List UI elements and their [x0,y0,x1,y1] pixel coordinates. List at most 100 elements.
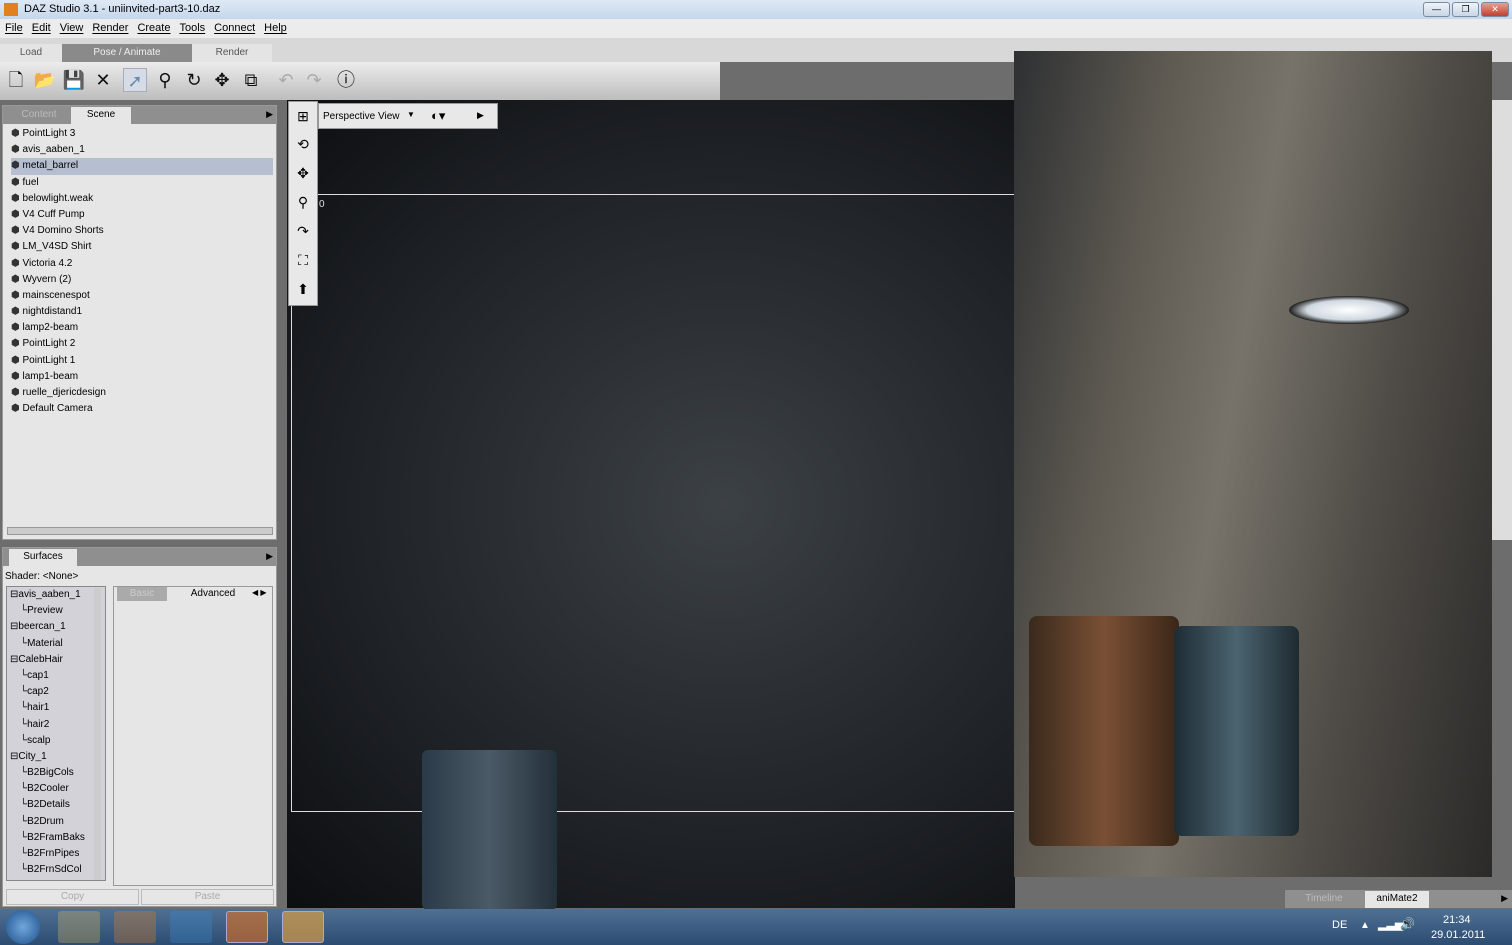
surface-item[interactable]: └B2BigCols [10,765,105,781]
daz-taskbar-icon[interactable] [282,911,324,943]
tab-scroll-arrows-icon[interactable]: ◀ ▶ [252,588,267,597]
panel-menu-arrow-icon[interactable]: ▶ [1501,893,1508,904]
viewport-menu-arrow-icon[interactable]: ▶ [477,110,484,121]
surface-item[interactable]: └Material [10,636,105,652]
view-select[interactable]: Perspective View [323,111,400,122]
surface-item[interactable]: └cap2 [10,684,105,700]
tab-render[interactable]: Render [192,44,272,62]
panel-menu-arrow-icon[interactable]: ▶ [266,109,273,120]
tab-scene[interactable]: Scene [71,107,131,124]
scene-item[interactable]: ⬢ avis_aaben_1 [11,142,273,158]
minimize-button[interactable]: — [1423,2,1450,17]
surface-item[interactable]: └B2FramBaks [10,830,105,846]
bone-tool-icon[interactable]: ⚲ [153,68,177,92]
pan-icon[interactable]: ✥ [289,159,317,188]
scene-item[interactable]: ⬢ lamp2-beam [11,320,273,336]
roll-icon[interactable]: ↷ [289,217,317,246]
tab-surfaces[interactable]: Surfaces [9,549,77,566]
close-button[interactable]: ✕ [1481,2,1509,17]
surface-item[interactable]: └B2FrnSdCol [10,862,105,878]
redo-icon[interactable]: ↷ [302,68,326,92]
chevron-down-icon[interactable]: ▼ [407,110,415,119]
surface-item[interactable]: └B2FrnPipes [10,846,105,862]
scene-item[interactable]: ⬢ belowlight.weak [11,191,273,207]
menu-file[interactable]: File [5,22,23,34]
delete-icon[interactable]: ✕ [91,68,115,92]
frame-icon[interactable]: ⊞ [289,102,317,130]
help-icon[interactable]: ⓘ [334,68,358,92]
tray-arrow-icon[interactable]: ▲ [1360,920,1370,931]
language-indicator[interactable]: DE [1332,919,1347,931]
surface-item[interactable]: ⊟beercan_1 [10,619,105,635]
scene-item[interactable]: ⬢ Wyvern (2) [11,272,273,288]
tab-timeline[interactable]: Timeline [1289,892,1359,906]
zoom-icon[interactable]: ⚲ [289,188,317,217]
menu-edit[interactable]: Edit [32,22,51,34]
surface-tree[interactable]: ⊟avis_aaben_1 └Preview ⊟beercan_1 └Material… [6,586,106,881]
fit-icon[interactable]: ⛶ [289,246,317,275]
scene-item[interactable]: ⬢ PointLight 2 [11,336,273,352]
reset-icon[interactable]: ⬆ [289,275,317,304]
panel-menu-arrow-icon[interactable]: ▶ [266,551,273,562]
tab-pose-animate[interactable]: Pose / Animate [62,44,192,62]
menu-view[interactable]: View [60,22,84,34]
undo-icon[interactable]: ↶ [274,68,298,92]
maximize-button[interactable]: ❐ [1452,2,1479,17]
scene-tree[interactable]: ⬢ PointLight 3 ⬢ avis_aaben_1 ⬢ metal_barr… [3,124,273,417]
explorer-taskbar-icon[interactable] [58,911,100,943]
3d-viewport[interactable]: 0 [287,100,1015,910]
scale-tool-icon[interactable]: ⧉ [239,68,263,92]
open-file-icon[interactable]: 📂 [33,68,57,92]
start-button[interactable] [6,910,40,944]
firefox-taskbar-icon[interactable] [226,911,268,943]
vertical-scrollbar[interactable] [94,588,101,880]
rotate-tool-icon[interactable]: ↻ [182,68,206,92]
orbit-icon[interactable]: ⟲ [289,130,317,159]
surface-item[interactable]: └B2Drum [10,814,105,830]
scene-item[interactable]: ⬢ metal_barrel [11,158,273,175]
surface-item[interactable]: ⊟avis_aaben_1 [10,587,105,603]
ie-taskbar-icon[interactable] [170,911,212,943]
surface-item[interactable]: └hair2 [10,717,105,733]
menu-connect[interactable]: Connect [214,22,255,34]
surface-item[interactable]: └hair1 [10,700,105,716]
new-file-icon[interactable]: 🗋 [4,68,28,92]
clock-time[interactable]: 21:34 [1443,914,1471,926]
scene-item[interactable]: ⬢ nightdistand1 [11,304,273,320]
shading-mode-icon[interactable]: ◐▾ [431,108,445,124]
tab-animate2[interactable]: aniMate2 [1365,891,1429,908]
translate-tool-icon[interactable]: ✥ [210,68,234,92]
scene-item[interactable]: ⬢ Victoria 4.2 [11,256,273,272]
surface-item[interactable]: └B2Details [10,797,105,813]
copy-button[interactable]: Copy [6,889,139,905]
surface-item[interactable]: └scalp [10,733,105,749]
scene-item[interactable]: ⬢ LM_V4SD Shirt [11,239,273,255]
surface-item[interactable]: └cap1 [10,668,105,684]
right-panel-strip[interactable] [1492,100,1512,540]
volume-icon[interactable]: 🔊 [1400,917,1415,931]
scene-item[interactable]: ⬢ mainscenespot [11,288,273,304]
tab-content[interactable]: Content [9,108,69,122]
tab-load[interactable]: Load [0,44,62,62]
scene-item[interactable]: ⬢ fuel [11,175,273,191]
scene-item[interactable]: ⬢ PointLight 3 [11,126,273,142]
surface-item[interactable]: ⊟City_1 [10,749,105,765]
menu-render[interactable]: Render [92,22,128,34]
scene-item[interactable]: ⬢ PointLight 1 [11,353,273,369]
menu-help[interactable]: Help [264,22,287,34]
tab-advanced[interactable]: Advanced [178,587,248,601]
surface-item[interactable]: ⊟CalebHair [10,652,105,668]
scene-item[interactable]: ⬢ V4 Cuff Pump [11,207,273,223]
tab-basic[interactable]: Basic [117,587,167,601]
scene-item[interactable]: ⬢ Default Camera [11,401,273,417]
media-player-taskbar-icon[interactable] [114,911,156,943]
horizontal-scrollbar[interactable] [7,527,273,535]
scene-item[interactable]: ⬢ ruelle_djericdesign [11,385,273,401]
menu-create[interactable]: Create [137,22,170,34]
paste-button[interactable]: Paste [141,889,274,905]
scene-item[interactable]: ⬢ V4 Domino Shorts [11,223,273,239]
save-icon[interactable]: 💾 [62,68,86,92]
menu-tools[interactable]: Tools [179,22,205,34]
scene-item[interactable]: ⬢ lamp1-beam [11,369,273,385]
surface-item[interactable]: └Preview [10,603,105,619]
